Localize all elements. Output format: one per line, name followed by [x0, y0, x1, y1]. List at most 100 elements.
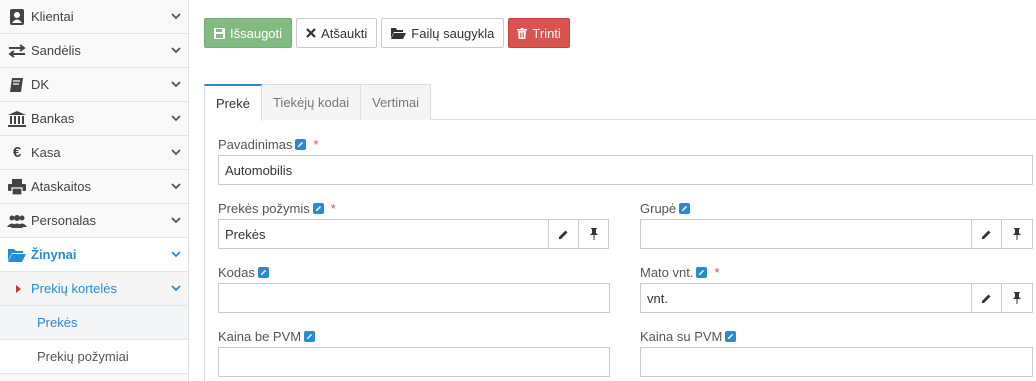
- required-marker: *: [714, 265, 720, 280]
- bank-icon: [7, 109, 27, 129]
- required-marker: *: [313, 137, 319, 152]
- group-pin-button[interactable]: [1001, 219, 1033, 249]
- user-card-icon: [7, 7, 27, 27]
- save-button[interactable]: Išsaugoti: [204, 18, 293, 48]
- floppy-icon: [214, 27, 225, 39]
- unit-edit-button[interactable]: [971, 283, 1002, 313]
- tab-tiekeju-kodai[interactable]: Tiekėjų kodai: [260, 84, 362, 120]
- chevron-down-icon: [170, 11, 182, 23]
- form-panel: Pavadinimas * Automobilis Prekės požymis…: [204, 120, 1036, 381]
- sidebar-subgroup-prekiu-korteles[interactable]: Prekių kortelės: [0, 272, 188, 306]
- name-label-text: Pavadinimas: [218, 137, 293, 152]
- sidebar-item-dk[interactable]: DK: [0, 68, 188, 102]
- chevron-down-icon: [170, 79, 182, 91]
- name-input[interactable]: Automobilis: [218, 155, 1033, 185]
- tab-preke[interactable]: Prekė: [204, 84, 262, 121]
- print-icon: [7, 177, 27, 197]
- required-marker: *: [330, 201, 336, 216]
- pin-icon: [1013, 292, 1021, 304]
- pencil-icon: [559, 230, 568, 239]
- code-label: Kodas: [218, 265, 269, 280]
- chevron-down-icon: [170, 283, 182, 295]
- exchange-icon: [7, 41, 27, 61]
- feature-label-text: Prekės požymis: [218, 201, 310, 216]
- price-ex-vat-label: Kaina be PVM: [218, 329, 316, 344]
- price-inc-vat-input[interactable]: [640, 347, 1033, 377]
- users-icon: [7, 211, 27, 231]
- edit-icon[interactable]: [304, 331, 316, 342]
- group-label-text: Grupė: [640, 201, 677, 216]
- cancel-button[interactable]: Atšaukti: [296, 18, 378, 48]
- unit-input[interactable]: vnt.: [640, 283, 972, 313]
- pencil-icon: [982, 294, 991, 303]
- caret-right-icon: [16, 285, 21, 293]
- price-ex-vat-label-text: Kaina be PVM: [218, 329, 302, 344]
- edit-icon[interactable]: [295, 139, 307, 150]
- edit-icon[interactable]: [696, 267, 708, 278]
- sidebar-item-kasa[interactable]: € Kasa: [0, 136, 188, 170]
- group-edit-button[interactable]: [971, 219, 1002, 249]
- save-label: Išsaugoti: [230, 25, 283, 41]
- trash-icon: [517, 27, 528, 39]
- sidebar-item-label: Bankas: [31, 111, 75, 126]
- group-input[interactable]: [640, 219, 972, 249]
- sidebar-item-label: Kasa: [31, 145, 61, 160]
- pin-icon: [1013, 228, 1021, 240]
- sidebar-item-label: Sandėlis: [31, 43, 81, 58]
- price-ex-vat-input[interactable]: [218, 347, 610, 377]
- chevron-down-icon: [170, 147, 182, 159]
- edit-icon[interactable]: [725, 331, 737, 342]
- name-label: Pavadinimas *: [218, 137, 319, 152]
- folder-open-icon: [391, 27, 407, 39]
- price-inc-vat-label: Kaina su PVM: [640, 329, 737, 344]
- sidebar-item-sandelis[interactable]: Sandėlis: [0, 34, 188, 68]
- delete-button[interactable]: Trinti: [508, 18, 570, 48]
- sidebar-item-ataskaitos[interactable]: Ataskaitos: [0, 170, 188, 204]
- file-storage-label: Failų saugykla: [411, 25, 495, 41]
- sidebar-item-label: Personalas: [31, 213, 97, 228]
- chevron-down-icon: [170, 113, 182, 125]
- tab-bar: Prekė Tiekėjų kodai Vertimai: [204, 84, 1036, 121]
- sidebar-item-bankas[interactable]: Bankas: [0, 102, 188, 136]
- folder-open-icon: [7, 245, 27, 265]
- chevron-down-icon: [170, 249, 182, 261]
- sidebar: Klientai Sandėlis DK Bankas € Kasa Atask…: [0, 0, 189, 381]
- sidebar-leaf-prekes[interactable]: Prekės: [0, 306, 188, 340]
- chevron-down-icon: [170, 181, 182, 193]
- chevron-down-icon: [170, 45, 182, 57]
- sidebar-item-label: Žinynai: [31, 247, 77, 262]
- group-label: Grupė: [640, 201, 691, 216]
- cancel-label: Atšaukti: [321, 25, 368, 41]
- chevron-down-icon: [170, 215, 182, 227]
- sidebar-item-personalas[interactable]: Personalas: [0, 204, 188, 238]
- delete-label: Trinti: [532, 25, 561, 41]
- sidebar-item-klientai[interactable]: Klientai: [0, 0, 188, 34]
- euro-icon: €: [12, 144, 22, 161]
- feature-input[interactable]: Prekės: [218, 219, 549, 249]
- book-icon: [7, 75, 27, 95]
- file-storage-button[interactable]: Failų saugykla: [381, 18, 505, 48]
- feature-pin-button[interactable]: [578, 219, 609, 249]
- sidebar-item-label: DK: [31, 77, 50, 92]
- close-icon: [306, 28, 316, 38]
- pin-icon: [589, 228, 598, 240]
- main-content: Išsaugoti Atšaukti Failų saugykla Trinti…: [189, 0, 1036, 381]
- sidebar-item-label: Ataskaitos: [31, 179, 91, 194]
- unit-label-text: Mato vnt.: [640, 265, 694, 280]
- edit-icon[interactable]: [679, 203, 691, 214]
- sidebar-subgroup-label: Prekių kortelės: [31, 281, 117, 296]
- tab-vertimai[interactable]: Vertimai: [360, 84, 432, 120]
- toolbar: Išsaugoti Atšaukti Failų saugykla Trinti: [204, 18, 570, 48]
- sidebar-leaf-prekiu-pozymiai[interactable]: Prekių požymiai: [0, 340, 188, 374]
- edit-icon[interactable]: [312, 203, 324, 214]
- pencil-icon: [982, 230, 991, 239]
- code-input[interactable]: [218, 283, 610, 313]
- feature-edit-button[interactable]: [548, 219, 579, 249]
- feature-label: Prekės požymis *: [218, 201, 336, 216]
- sidebar-item-zinynai[interactable]: Žinynai: [0, 238, 188, 272]
- unit-label: Mato vnt. *: [640, 265, 720, 280]
- sidebar-item-label: Klientai: [31, 9, 74, 24]
- edit-icon[interactable]: [257, 267, 269, 278]
- unit-pin-button[interactable]: [1001, 283, 1033, 313]
- code-label-text: Kodas: [218, 265, 255, 280]
